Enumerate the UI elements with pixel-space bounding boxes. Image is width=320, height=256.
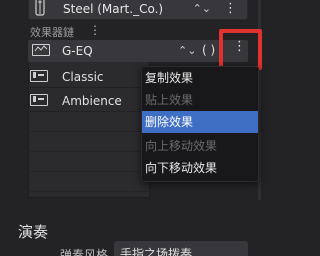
menu-item-move-down-effect[interactable]: 向下移动效果 (142, 157, 258, 179)
empty-effect-slot[interactable] (28, 114, 150, 132)
playing-style-label: 弹奏风格 (60, 248, 109, 256)
empty-effect-slot[interactable] (28, 154, 150, 172)
effects-chain-more-button[interactable]: ⋮ (89, 23, 101, 37)
effect-row-geq[interactable]: G-EQ ⌃⌄ ( ) (28, 40, 248, 62)
preset-name: Steel (Mart._Co.) (63, 2, 164, 16)
effect-more-button[interactable]: ⋮ (233, 39, 246, 54)
playing-style-select[interactable]: 手指之场拨奏 (114, 241, 248, 256)
menu-item-copy-effect[interactable]: 复制效果 (142, 67, 258, 89)
effect-row-classic[interactable]: Classic (28, 66, 150, 88)
menu-item-delete-effect[interactable]: 删除效果 (142, 111, 258, 133)
preset-select[interactable]: Steel (Mart._Co.) ⌃⌄ ⋮ (28, 0, 248, 20)
performance-title: 演奏 (18, 223, 49, 241)
guitar-icon (33, 0, 47, 17)
effect-context-menu: 复制效果 贴上效果 删除效果 向上移动效果 向下移动效果 (141, 66, 259, 182)
playing-style-value: 手指之场拨奏 (120, 247, 193, 256)
empty-effect-slot[interactable] (28, 174, 150, 192)
menu-item-paste-effect[interactable]: 贴上效果 (142, 89, 258, 111)
eq-icon (32, 44, 50, 56)
effect-name: Ambience (62, 93, 122, 108)
effects-chain-label: 效果器鏈 (30, 26, 74, 39)
chevron-up-down-icon[interactable]: ⌃⌄ (178, 44, 196, 57)
effect-more-button-highlight[interactable]: ⋮ (219, 29, 262, 70)
amp-icon (30, 70, 48, 82)
effect-name: Classic (62, 69, 104, 84)
chevron-up-down-icon: ⌃⌄ (192, 2, 211, 15)
effect-row-ambience[interactable]: Ambience (28, 90, 150, 112)
empty-effect-slot[interactable] (28, 134, 150, 152)
amp-icon (30, 94, 48, 106)
effect-name: G-EQ (62, 44, 93, 58)
menu-item-move-up-effect[interactable]: 向上移动效果 (142, 135, 258, 157)
power-toggle[interactable]: ( ) (202, 43, 215, 57)
preset-more-button[interactable]: ⋮ (224, 1, 237, 16)
